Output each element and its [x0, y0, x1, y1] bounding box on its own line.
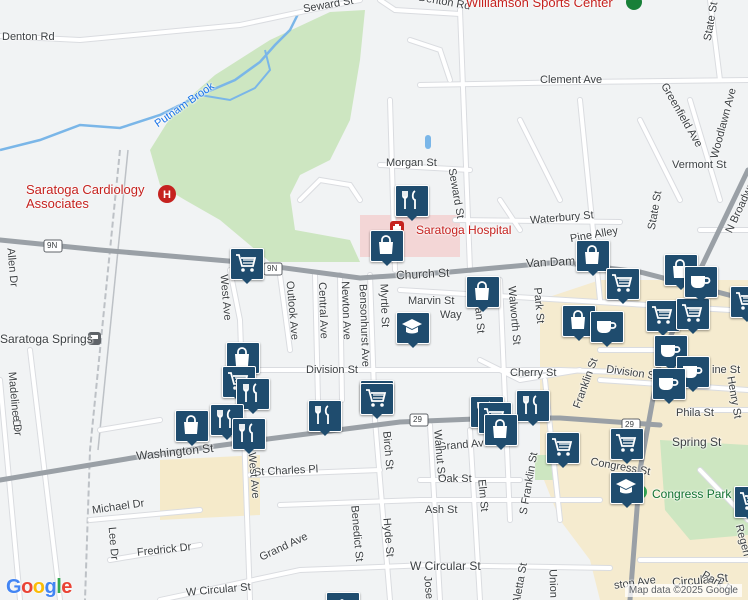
congress-park-label[interactable]: Congress Park: [652, 488, 731, 500]
road-label: Elm St: [475, 478, 491, 513]
grocery-marker[interactable]: [606, 268, 640, 304]
road-label: Vermont St: [672, 159, 727, 171]
road-label: Lee Dr: [105, 526, 121, 561]
route-29-label: 29: [413, 415, 422, 424]
grocery-marker[interactable]: [676, 298, 710, 334]
route-9n-label: 9N: [47, 241, 58, 250]
cafe-marker[interactable]: [590, 311, 624, 347]
shopping-icon: [493, 419, 507, 438]
grocery-icon: [652, 306, 673, 324]
grocery-icon: [612, 274, 633, 292]
shopping-icon: [571, 310, 585, 329]
map-canvas[interactable]: H Denton Rd Denton Rd Seward St Williams…: [0, 0, 748, 600]
school-marker[interactable]: [396, 312, 430, 348]
grocery-icon: [736, 292, 748, 310]
grocery-marker[interactable]: [734, 486, 748, 522]
road-label: Jose: [421, 575, 436, 600]
restaurant-icon: [239, 423, 253, 442]
shopping-icon: [184, 415, 198, 434]
svg-text:H: H: [163, 189, 171, 201]
road-label: Marvin St: [408, 295, 455, 307]
road-label: Oak St: [438, 473, 472, 485]
map-attribution[interactable]: Map data ©2025 Google: [624, 584, 742, 597]
road-label: Ash St: [425, 504, 458, 516]
road-label: Allen Dr: [4, 247, 20, 288]
shopping-icon: [475, 281, 489, 300]
road-label: Birch St: [380, 430, 396, 471]
shopping-icon: [585, 245, 599, 264]
grocery-icon: [366, 389, 387, 407]
cardiology-label[interactable]: Saratoga Cardiology Associates: [26, 182, 156, 212]
road-label: Cherry St: [510, 367, 557, 379]
school-marker[interactable]: [326, 592, 360, 600]
grocery-marker[interactable]: [230, 248, 264, 284]
road-label: Way: [440, 309, 462, 321]
restaurant-marker[interactable]: [395, 185, 429, 221]
restaurant-marker[interactable]: [516, 390, 550, 426]
school-icon: [616, 479, 636, 494]
grocery-icon: [740, 492, 748, 510]
road-label: Hyde St: [380, 517, 396, 558]
cafe-icon: [659, 378, 679, 390]
school-marker[interactable]: [610, 472, 644, 508]
shopping-marker[interactable]: [466, 276, 500, 312]
spring-st-label: Spring St: [672, 435, 722, 449]
park-area: [150, 10, 365, 262]
restaurant-icon: [402, 190, 416, 209]
shopping-marker[interactable]: [370, 230, 404, 266]
grocery-icon: [682, 304, 703, 322]
grocery-icon: [616, 434, 637, 452]
school-icon: [402, 319, 422, 334]
school-icon: [340, 599, 344, 600]
cafe-marker[interactable]: [652, 368, 686, 404]
road-label: Clement Ave: [540, 74, 603, 86]
road-label: Myrtle St: [377, 283, 391, 328]
grocery-icon: [236, 254, 257, 272]
van-dam-label: Van Dam: [525, 253, 576, 271]
grocery-marker[interactable]: [646, 300, 680, 336]
road-label: e Dr: [10, 414, 24, 437]
grocery-marker[interactable]: [546, 432, 580, 468]
grocery-icon: [552, 438, 573, 456]
road-label: Denton Rd: [2, 31, 55, 43]
church-st-label: Church St: [395, 265, 450, 283]
road-label: Union: [546, 568, 560, 599]
pond: [425, 135, 431, 149]
restaurant-marker[interactable]: [308, 400, 342, 436]
shopping-marker[interactable]: [484, 414, 518, 450]
road-label: W Circular St: [410, 559, 481, 573]
road-label: Morgan St: [386, 157, 437, 169]
sports-center-icon: [626, 0, 642, 10]
hospital-h-icon: H: [158, 185, 176, 203]
shopping-marker[interactable]: [576, 240, 610, 276]
shopping-icon: [235, 347, 249, 366]
grocery-marker[interactable]: [610, 428, 644, 464]
shopping-icon: [379, 235, 393, 254]
restaurant-marker[interactable]: [232, 418, 266, 454]
road-label: Division St: [306, 364, 358, 376]
restaurant-icon: [523, 395, 537, 414]
hospital-label[interactable]: Saratoga Hospital: [416, 224, 511, 236]
road-label: Phila St: [676, 407, 714, 419]
cafe-icon: [691, 276, 711, 288]
road-label: Central Ave: [315, 281, 330, 340]
grocery-marker[interactable]: [360, 383, 394, 419]
google-logo: Google: [6, 576, 72, 598]
road-label: Park St: [530, 286, 547, 324]
grocery-marker[interactable]: [730, 286, 748, 322]
cafe-icon: [597, 321, 617, 333]
shopping-marker[interactable]: [175, 410, 209, 446]
road-label: Newton Ave: [338, 281, 353, 340]
station-label[interactable]: Saratoga Springs: [0, 333, 93, 345]
road-label: ine St: [712, 364, 741, 376]
cafe-marker[interactable]: [684, 266, 718, 302]
restaurant-icon: [315, 405, 329, 424]
road-label: Bensonhurst Ave: [356, 283, 372, 368]
sports-center-label[interactable]: Williamson Sports Center: [466, 0, 613, 9]
restaurant-icon: [243, 383, 257, 402]
route-9n-label: 9N: [267, 264, 278, 273]
